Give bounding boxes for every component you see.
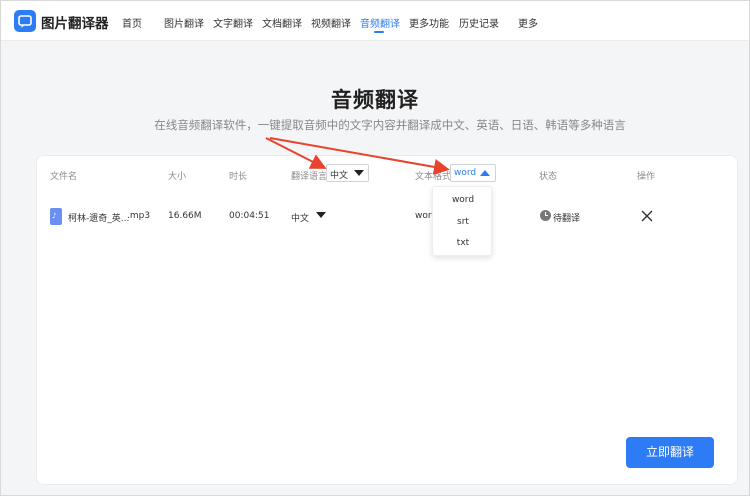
batch-language-value: 中文: [330, 171, 349, 181]
translate-now-button[interactable]: 立即翻译: [626, 437, 714, 468]
row-language-select[interactable]: 中文: [291, 211, 309, 224]
batch-language-select[interactable]: 中文: [326, 164, 369, 182]
file-extension: .mp3: [127, 211, 151, 221]
column-header-filename: 文件名: [50, 172, 78, 182]
file-list-panel: [36, 155, 738, 485]
file-duration: 00:04:51: [229, 211, 270, 221]
column-header-duration: 时长: [229, 172, 248, 182]
nav-item-image-translate[interactable]: 图片翻译: [164, 15, 204, 30]
format-option-word[interactable]: word: [433, 195, 493, 205]
column-header-size: 大小: [168, 172, 187, 182]
file-size: 16.66M: [168, 211, 202, 221]
status-text: 待翻译: [553, 214, 581, 224]
active-tab-indicator: [374, 31, 384, 33]
nav-item-more-features[interactable]: 更多功能: [409, 15, 449, 30]
nav-item-video-translate[interactable]: 视频翻译: [311, 15, 351, 30]
chevron-down-icon: [354, 170, 364, 176]
column-header-action: 操作: [637, 172, 656, 182]
remove-file-close-icon[interactable]: [640, 209, 654, 223]
chevron-up-icon: [480, 170, 490, 176]
column-header-status: 状态: [539, 172, 558, 182]
nav-item-history[interactable]: 历史记录: [459, 15, 499, 30]
column-header-language: 翻译语言: [291, 172, 328, 182]
format-option-txt[interactable]: txt: [433, 238, 493, 248]
row-language-chevron-down-icon[interactable]: [316, 212, 326, 218]
page-subtitle: 在线音频翻译软件，一键提取音频中的文字内容并翻译成中文、英语、日语、韩语等多种语…: [154, 118, 626, 132]
clock-icon: [540, 210, 551, 221]
nav-item-home[interactable]: 首页: [122, 15, 142, 30]
format-dropdown-menu: word srt txt: [432, 186, 492, 256]
batch-format-value: word: [454, 168, 477, 178]
top-navbar: 图片翻译器 首页 图片翻译 文字翻译 文档翻译 视频翻译 音频翻译 更多功能 历…: [1, 1, 749, 41]
batch-format-select[interactable]: word: [450, 164, 496, 182]
app-name[interactable]: 图片翻译器: [41, 12, 109, 32]
page-title: 音频翻译: [331, 88, 419, 112]
app-logo-icon[interactable]: [14, 10, 36, 32]
nav-item-document-translate[interactable]: 文档翻译: [262, 15, 302, 30]
format-option-srt[interactable]: srt: [433, 217, 493, 227]
nav-item-text-translate[interactable]: 文字翻译: [213, 15, 253, 30]
nav-item-more[interactable]: 更多: [518, 15, 538, 30]
audio-file-icon: ♪: [50, 208, 62, 225]
file-name: 柯林-遗奇_英...: [68, 214, 130, 224]
column-header-format: 文本格式: [415, 172, 452, 182]
nav-item-audio-translate[interactable]: 音频翻译: [360, 15, 400, 30]
